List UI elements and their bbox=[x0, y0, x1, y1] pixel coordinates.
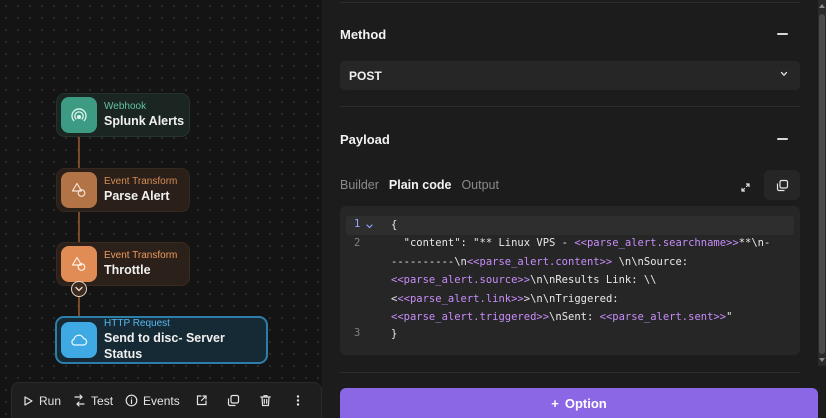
collapse-method-button[interactable] bbox=[777, 33, 788, 35]
node-name-label: Throttle bbox=[104, 263, 151, 277]
code-line: } bbox=[391, 328, 398, 340]
line-number: 3 bbox=[354, 327, 361, 339]
divider bbox=[340, 106, 800, 107]
payload-tabs: Builder Plain code Output bbox=[340, 178, 499, 192]
scrollbar-thumb[interactable] bbox=[819, 14, 825, 354]
node-type-label: Event Transform bbox=[104, 250, 178, 261]
tab-plain-code[interactable]: Plain code bbox=[389, 178, 452, 192]
duplicate-button[interactable] bbox=[218, 388, 250, 414]
placeholder-token: <<parse_alert.triggered>> bbox=[391, 311, 550, 323]
run-button[interactable]: Run bbox=[16, 388, 67, 414]
code-line: <<parse_alert.source>>\n\nResults Link: … bbox=[391, 274, 657, 286]
code-line: ----------\n<<parse_alert.content>> \n\n… bbox=[391, 255, 689, 268]
canvas-toolbar: Run Test Events bbox=[11, 382, 322, 418]
expand-node-button[interactable] bbox=[71, 281, 87, 297]
play-icon bbox=[24, 395, 33, 406]
node-name-label: Parse Alert bbox=[104, 189, 170, 203]
workflow-canvas[interactable]: Webhook Splunk Alerts Event Transform Pa… bbox=[0, 0, 322, 418]
webhook-icon bbox=[61, 97, 97, 133]
placeholder-token: <<parse_alert.sent>> bbox=[599, 311, 727, 323]
node-name-label: Splunk Alerts bbox=[104, 114, 185, 128]
shapes-icon bbox=[61, 246, 97, 282]
scroll-down-arrow[interactable] bbox=[819, 358, 825, 362]
export-icon bbox=[197, 395, 207, 406]
code-line: <<<parse_alert.link>>>\n\nTriggered: bbox=[391, 292, 619, 305]
connector-line bbox=[78, 134, 80, 170]
collapse-payload-button[interactable] bbox=[777, 138, 788, 140]
divider bbox=[340, 372, 800, 373]
node-type-label: HTTP Request bbox=[104, 318, 170, 329]
line-number: 2 bbox=[354, 237, 361, 249]
fold-chevron-icon[interactable] bbox=[366, 224, 373, 229]
plus-icon: + bbox=[551, 395, 559, 411]
placeholder-token: <<parse_alert.searchname>> bbox=[574, 237, 739, 249]
copy-icon bbox=[776, 179, 788, 191]
node-throttle[interactable]: Event Transform Throttle bbox=[56, 242, 190, 286]
test-button[interactable]: Test bbox=[67, 388, 119, 414]
trash-icon bbox=[260, 395, 272, 407]
connector-line bbox=[78, 209, 80, 245]
tab-output[interactable]: Output bbox=[461, 178, 499, 192]
node-type-label: Webhook bbox=[104, 101, 147, 112]
placeholder-token: <<parse_alert.content>> bbox=[466, 255, 613, 268]
copy-icon bbox=[228, 394, 240, 407]
more-vertical-icon bbox=[296, 395, 299, 406]
info-icon bbox=[125, 394, 138, 407]
run-label: Run bbox=[39, 393, 62, 408]
test-icon bbox=[74, 394, 85, 407]
code-editor[interactable]: 1 2 3 { "content": "** Linux VPS - <<par… bbox=[340, 206, 800, 355]
code-line: { bbox=[391, 219, 398, 231]
chevron-down-icon bbox=[780, 71, 788, 77]
cloud-icon bbox=[61, 322, 97, 358]
line-number: 1 bbox=[354, 218, 361, 230]
option-label: Option bbox=[564, 395, 607, 411]
tab-builder[interactable]: Builder bbox=[340, 178, 379, 192]
events-button[interactable]: Events bbox=[119, 388, 186, 414]
export-button[interactable] bbox=[186, 388, 218, 414]
active-line-highlight bbox=[346, 216, 794, 235]
node-parse-alert[interactable]: Event Transform Parse Alert bbox=[56, 168, 190, 212]
node-name-label: Send to disc- Server Status bbox=[104, 331, 225, 361]
method-title: Method bbox=[340, 27, 387, 42]
node-webhook[interactable]: Webhook Splunk Alerts bbox=[56, 93, 190, 137]
code-line: "content": "** Linux VPS - <<parse_alert… bbox=[391, 237, 771, 249]
config-panel: Method POST Payload Builder Plain code O… bbox=[322, 0, 826, 418]
node-http-request[interactable]: HTTP Request Send to disc- Server Status bbox=[55, 316, 268, 364]
expand-editor-button[interactable] bbox=[738, 180, 752, 194]
code-line: <<parse_alert.triggered>>\nSent: <<parse… bbox=[391, 311, 733, 323]
panel-scrollbar[interactable] bbox=[818, 0, 826, 366]
chevron-down-icon bbox=[75, 286, 83, 292]
shapes-icon bbox=[61, 172, 97, 208]
test-label: Test bbox=[91, 393, 114, 408]
placeholder-token: <<parse_alert.link>> bbox=[397, 292, 524, 305]
expand-icon bbox=[740, 182, 750, 192]
method-select[interactable]: POST bbox=[340, 61, 800, 90]
events-label: Events bbox=[143, 393, 180, 408]
divider bbox=[340, 2, 800, 3]
payload-title: Payload bbox=[340, 132, 390, 147]
method-value: POST bbox=[349, 68, 382, 83]
node-type-label: Event Transform bbox=[104, 176, 178, 187]
more-button[interactable] bbox=[282, 388, 314, 414]
placeholder-token: <<parse_alert.source>> bbox=[391, 274, 531, 286]
scroll-up-arrow[interactable] bbox=[819, 4, 825, 8]
delete-button[interactable] bbox=[250, 388, 282, 414]
add-option-button[interactable]: + Option bbox=[340, 388, 818, 418]
copy-code-button[interactable] bbox=[764, 170, 800, 200]
